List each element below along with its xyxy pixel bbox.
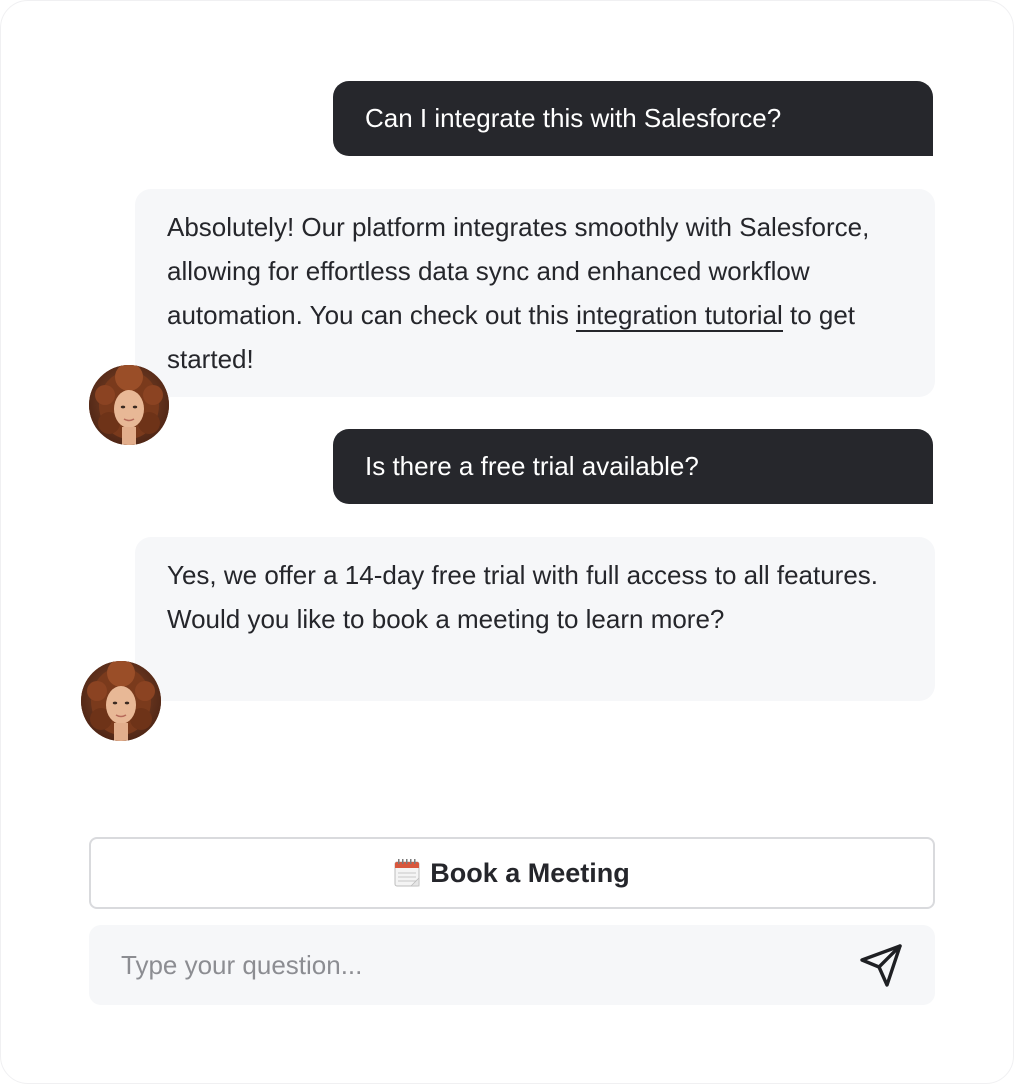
assistant-message: Absolutely! Our platform integrates smoo…: [135, 189, 935, 397]
user-message: Is there a free trial available?: [333, 429, 933, 504]
book-meeting-button[interactable]: Book a Meeting: [89, 837, 935, 909]
calendar-icon: [394, 859, 420, 887]
assistant-message-text: Yes, we offer a 14-day free trial with f…: [167, 560, 879, 634]
user-message-text: Can I integrate this with Salesforce?: [365, 103, 782, 133]
assistant-avatar-icon: [81, 661, 161, 741]
question-input[interactable]: [121, 925, 821, 1005]
user-message-text: Is there a free trial available?: [365, 451, 699, 481]
assistant-message: Yes, we offer a 14-day free trial with f…: [135, 537, 935, 701]
user-message: Can I integrate this with Salesforce?: [333, 81, 933, 156]
integration-tutorial-link[interactable]: integration tutorial: [576, 300, 783, 332]
assistant-avatar-icon: [89, 365, 169, 445]
assistant-avatar: [81, 661, 161, 741]
chat-widget: Can I integrate this with Salesforce? Ab…: [0, 0, 1014, 1084]
assistant-avatar: [89, 365, 169, 445]
book-meeting-label: Book a Meeting: [430, 857, 630, 888]
send-icon[interactable]: [859, 942, 905, 988]
question-composer: [89, 925, 935, 1005]
